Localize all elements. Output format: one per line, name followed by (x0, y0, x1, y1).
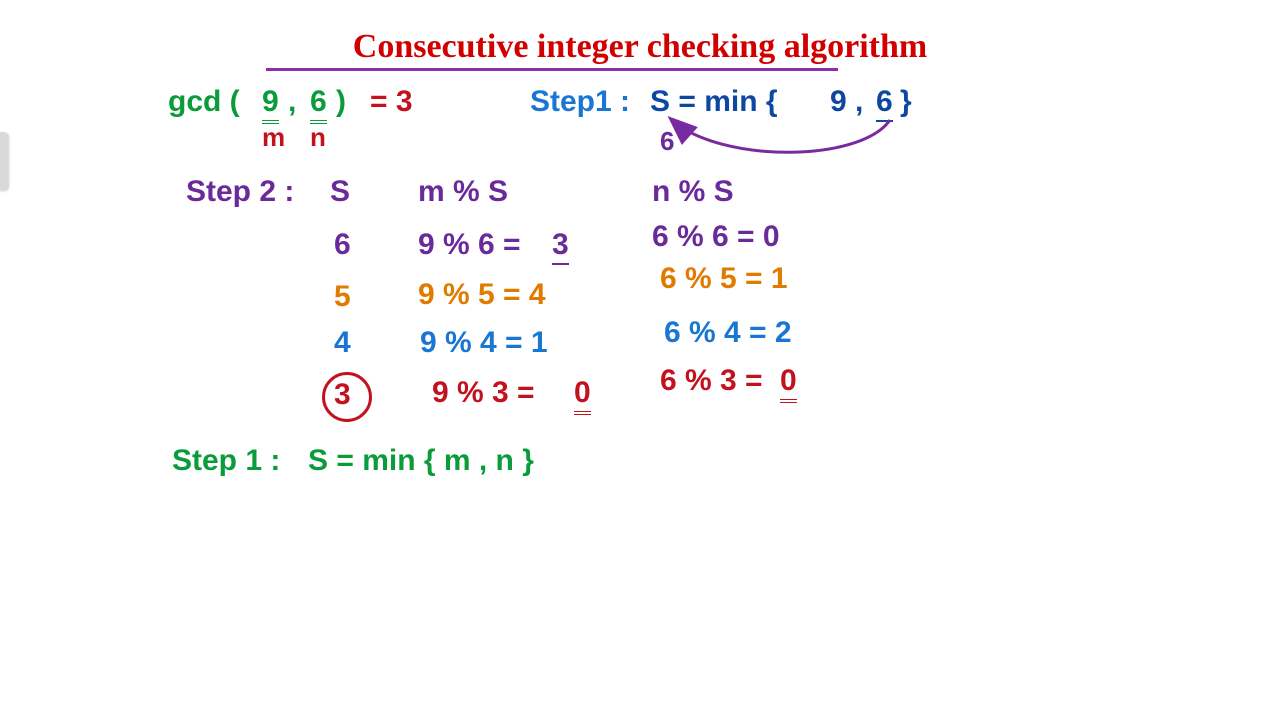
step1-top-label: Step1 : (530, 85, 630, 119)
assign-arrow (650, 108, 910, 168)
r1-ns: 6 % 6 = 0 (652, 220, 780, 254)
gcd-comma: , (288, 85, 296, 119)
title-underline (266, 68, 838, 71)
label-m: m (262, 122, 285, 153)
r1-ms-b: 3 (552, 228, 569, 265)
r4-ms-b: 0 (574, 376, 591, 415)
r4-s-circle (322, 372, 372, 422)
label-n: n (310, 122, 326, 153)
r4-ns-a: 6 % 3 = (660, 364, 763, 398)
r2-ms: 9 % 5 = 4 (418, 278, 546, 312)
step1-bottom-expr: S = min { m , n } (308, 444, 534, 478)
step2-head-s: S (330, 175, 350, 209)
r4-ns-b: 0 (780, 364, 797, 403)
gcd-func: gcd ( (168, 85, 240, 119)
r3-ms: 9 % 4 = 1 (420, 326, 548, 360)
r3-s: 4 (334, 326, 351, 360)
step2-head-ms: m % S (418, 175, 508, 209)
gcd-result: = 3 (370, 85, 413, 119)
r3-ns: 6 % 4 = 2 (664, 316, 792, 350)
page-title: Consecutive integer checking algorithm (0, 28, 1280, 66)
r1-s: 6 (334, 228, 351, 262)
side-handle (0, 132, 8, 190)
r2-ns: 6 % 5 = 1 (660, 262, 788, 296)
r2-s: 5 (334, 280, 351, 314)
step1-bottom-label: Step 1 : (172, 444, 280, 478)
step2-label: Step 2 : (186, 175, 294, 209)
r4-ms-a: 9 % 3 = (432, 376, 535, 410)
gcd-n: 6 (310, 85, 327, 124)
whiteboard: Consecutive integer checking algorithm g… (0, 0, 1280, 720)
step2-head-ns: n % S (652, 175, 734, 209)
gcd-close: ) (336, 85, 346, 119)
gcd-m: 9 (262, 85, 279, 124)
r1-ms-a: 9 % 6 = (418, 228, 521, 262)
